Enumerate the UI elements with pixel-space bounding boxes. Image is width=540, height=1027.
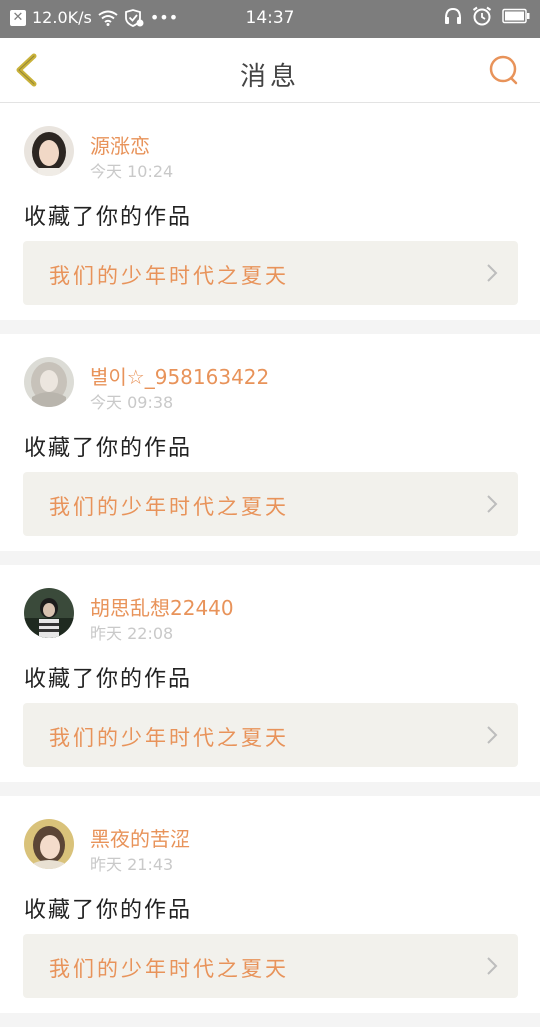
avatar[interactable] — [24, 126, 74, 176]
work-title: 我们的少年时代之夏天 — [49, 726, 289, 750]
user-name[interactable]: 黑夜的苦涩 — [90, 823, 190, 852]
avatar[interactable] — [24, 819, 74, 869]
message-time: 今天 09:38 — [90, 393, 174, 412]
user-avatar-image — [24, 126, 74, 176]
headphone-icon — [445, 7, 461, 24]
user-name[interactable]: 源涨恋 — [90, 130, 150, 159]
search-button[interactable] — [486, 52, 522, 88]
work-title: 我们的少年时代之夏天 — [49, 495, 289, 519]
app-header: 消息 — [0, 38, 540, 103]
work-title: 我们的少年时代之夏天 — [49, 264, 289, 288]
message-item: 源涨恋 今天 10:24 收藏了你的作品 我们的少年时代之夏天 — [0, 103, 540, 320]
message-action: 收藏了你的作品 — [24, 667, 193, 692]
user-name[interactable]: 별이☆_958163422 — [90, 361, 269, 390]
status-bar: ✕ 12.0K/s ••• 14:37 — [0, 0, 540, 38]
user-avatar-image — [24, 588, 74, 638]
chevron-right-icon — [487, 495, 498, 513]
user-name[interactable]: 胡思乱想22440 — [90, 592, 234, 621]
work-link[interactable]: 我们的少年时代之夏天 — [23, 241, 518, 305]
alarm-icon — [472, 6, 492, 26]
chevron-right-icon — [487, 264, 498, 282]
message-item: 黑夜的苦涩 昨天 21:43 收藏了你的作品 我们的少年时代之夏天 — [0, 796, 540, 1013]
message-item: 胡思乱想22440 昨天 22:08 收藏了你的作品 我们的少年时代之夏天 — [0, 565, 540, 782]
avatar[interactable] — [24, 588, 74, 638]
user-avatar-image — [24, 357, 74, 407]
chevron-right-icon — [487, 957, 498, 975]
message-action: 收藏了你的作品 — [24, 436, 193, 461]
message-list: 源涨恋 今天 10:24 收藏了你的作品 我们的少年时代之夏天 별이☆_9581… — [0, 103, 540, 1027]
message-time: 昨天 22:08 — [90, 624, 174, 643]
work-link[interactable]: 我们的少年时代之夏天 — [23, 703, 518, 767]
work-title: 我们的少年时代之夏天 — [49, 957, 289, 981]
work-link[interactable]: 我们的少年时代之夏天 — [23, 934, 518, 998]
work-link[interactable]: 我们的少年时代之夏天 — [23, 472, 518, 536]
search-icon — [489, 55, 518, 85]
chevron-right-icon — [487, 726, 498, 744]
battery-icon — [502, 8, 530, 24]
message-action: 收藏了你的作品 — [24, 205, 193, 230]
avatar[interactable] — [24, 357, 74, 407]
message-item: 별이☆_958163422 今天 09:38 收藏了你的作品 我们的少年时代之夏… — [0, 334, 540, 551]
message-time: 昨天 21:43 — [90, 855, 174, 874]
message-time: 今天 10:24 — [90, 162, 174, 181]
message-action: 收藏了你的作品 — [24, 898, 193, 923]
page-title: 消息 — [239, 62, 300, 92]
user-avatar-image — [24, 819, 74, 869]
